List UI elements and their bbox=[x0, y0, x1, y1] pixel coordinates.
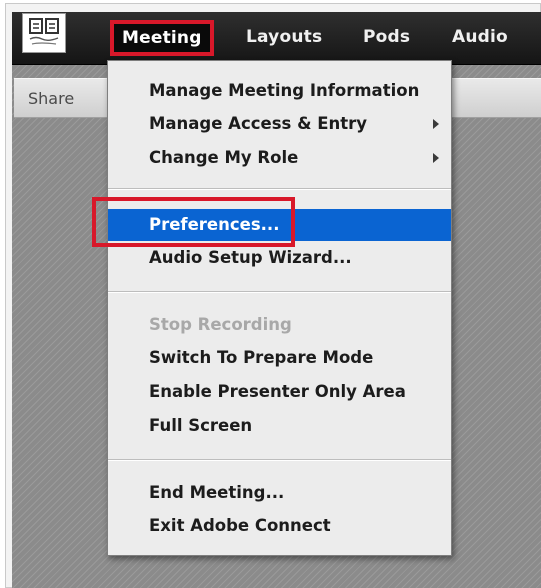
menu-pods[interactable]: Pods bbox=[363, 27, 410, 47]
menu-item-end-meeting[interactable]: End Meeting... bbox=[108, 478, 451, 508]
menu-separator bbox=[108, 291, 451, 293]
menu-item-label: Manage Access & Entry bbox=[149, 114, 368, 133]
menu-item-full-screen[interactable]: Full Screen bbox=[108, 411, 451, 441]
menu-item-label: Stop Recording bbox=[149, 315, 292, 334]
menu-audio[interactable]: Audio bbox=[452, 27, 508, 47]
menu-item-label: Exit Adobe Connect bbox=[149, 516, 331, 535]
meeting-dropdown-menu: Manage Meeting Information Manage Access… bbox=[107, 60, 452, 556]
submenu-arrow-icon bbox=[433, 153, 439, 163]
share-pod-title: Share bbox=[28, 89, 75, 108]
menu-item-switch-to-prepare-mode[interactable]: Switch To Prepare Mode bbox=[108, 343, 451, 373]
menu-item-manage-meeting-information[interactable]: Manage Meeting Information bbox=[108, 76, 451, 106]
share-pod-header[interactable]: Share bbox=[14, 78, 108, 118]
menu-item-label: Enable Presenter Only Area bbox=[149, 382, 406, 401]
menu-item-label: Preferences... bbox=[149, 215, 280, 234]
menu-item-stop-recording: Stop Recording bbox=[108, 310, 451, 340]
menu-item-audio-setup-wizard[interactable]: Audio Setup Wizard... bbox=[108, 243, 451, 273]
menu-item-manage-access-entry[interactable]: Manage Access & Entry bbox=[108, 109, 451, 139]
menu-separator bbox=[108, 188, 451, 190]
university-logo-icon bbox=[22, 13, 66, 53]
pod-header-right bbox=[450, 78, 541, 118]
menu-item-label: Change My Role bbox=[149, 148, 299, 167]
menu-item-change-my-role[interactable]: Change My Role bbox=[108, 143, 451, 173]
menu-item-exit-adobe-connect[interactable]: Exit Adobe Connect bbox=[108, 511, 451, 541]
menu-item-enable-presenter-only-area[interactable]: Enable Presenter Only Area bbox=[108, 377, 451, 407]
menu-layouts[interactable]: Layouts bbox=[246, 27, 322, 47]
menu-separator bbox=[108, 459, 451, 461]
menu-item-preferences[interactable]: Preferences... bbox=[108, 209, 451, 241]
submenu-arrow-icon bbox=[433, 119, 439, 129]
menu-item-label: End Meeting... bbox=[149, 483, 285, 502]
menu-item-label: Manage Meeting Information bbox=[149, 81, 420, 100]
menu-item-label: Full Screen bbox=[149, 416, 253, 435]
menu-item-label: Audio Setup Wizard... bbox=[149, 248, 352, 267]
menu-item-label: Switch To Prepare Mode bbox=[149, 348, 374, 367]
menu-meeting[interactable]: Meeting bbox=[110, 20, 214, 56]
